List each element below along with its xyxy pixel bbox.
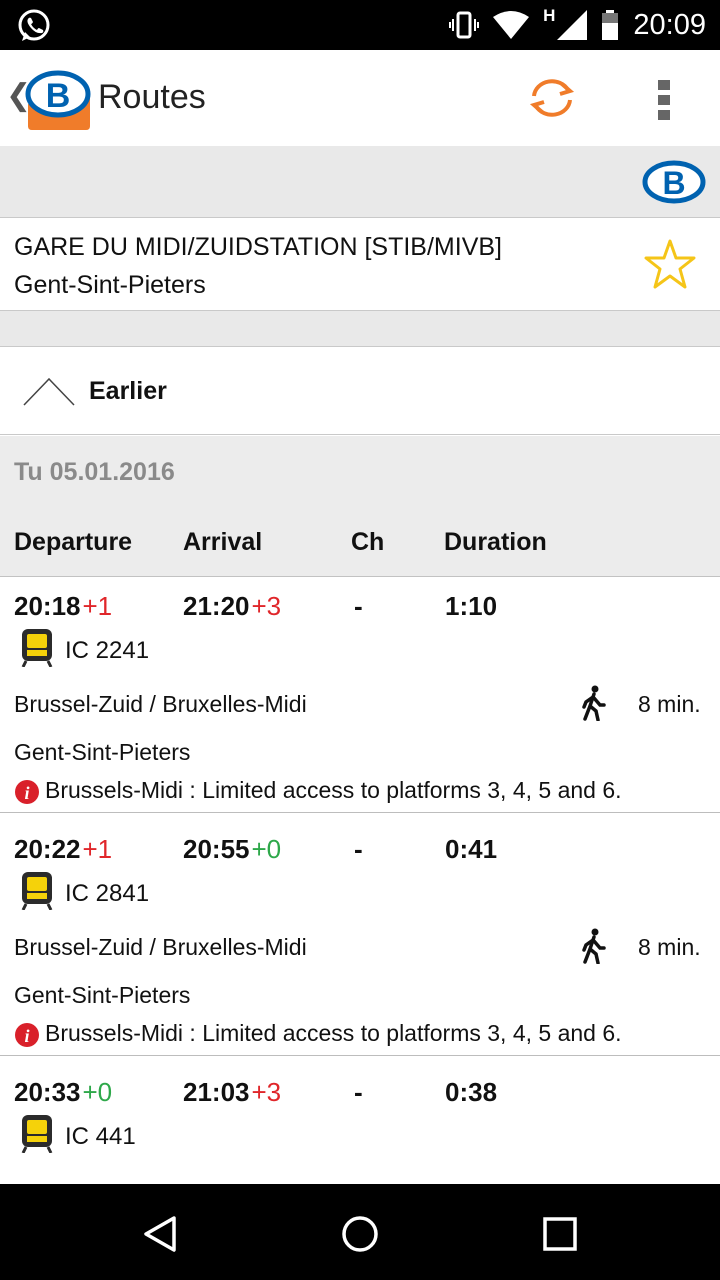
train-icon <box>21 629 53 667</box>
departure-time: 20:18+1 <box>14 591 113 621</box>
arrival-delay: +0 <box>251 834 282 864</box>
chevron-up-icon <box>23 377 75 406</box>
departure-delay: +0 <box>82 1077 113 1107</box>
svg-text:B: B <box>46 77 71 115</box>
nav-back-icon[interactable] <box>140 1214 180 1254</box>
svg-text:i: i <box>24 783 29 803</box>
walking-time: 8 min. <box>638 691 701 717</box>
battery-icon <box>602 10 619 40</box>
connection-row[interactable]: 20:33+0 21:03+3 - 0:38 IC 441 <box>0 1063 720 1184</box>
sncb-logo-icon[interactable]: B <box>24 70 92 132</box>
info-icon: i <box>15 780 39 804</box>
favorite-star-icon[interactable] <box>642 237 698 293</box>
info-icon: i <box>15 1023 39 1047</box>
arrival-time: 21:03+3 <box>183 1077 282 1107</box>
destination: Gent-Sint-Pieters <box>14 982 191 1008</box>
page-title: Routes <box>98 78 206 116</box>
clock: 20:09 <box>633 8 706 41</box>
route-to: Gent-Sint-Pieters <box>14 271 206 299</box>
system-nav-bar <box>0 1184 720 1280</box>
walking-time: 8 min. <box>638 934 701 960</box>
provider-bar: B <box>0 146 720 218</box>
walking-icon <box>582 928 606 964</box>
refresh-icon[interactable] <box>526 76 578 120</box>
departure-delay: +1 <box>82 834 113 864</box>
nav-home-icon[interactable] <box>340 1214 380 1254</box>
train-icon <box>21 1115 53 1153</box>
svg-text:i: i <box>24 1026 29 1046</box>
app-bar: ❮ B Routes <box>0 50 720 146</box>
col-arrival: Arrival <box>183 528 263 556</box>
earlier-button[interactable]: Earlier <box>0 347 720 435</box>
walking-icon <box>582 685 606 721</box>
signal-icon <box>557 10 588 40</box>
date-label: Tu 05.01.2016 <box>14 458 175 486</box>
train-number: IC 2841 <box>65 880 150 907</box>
changes-count: - <box>354 1077 363 1107</box>
vibrate-icon <box>449 11 480 39</box>
changes-count: - <box>354 834 363 864</box>
change-station: Brussel-Zuid / Bruxelles-Midi <box>14 691 307 717</box>
earlier-label: Earlier <box>89 377 167 405</box>
col-departure: Departure <box>14 528 133 556</box>
arrival-delay: +3 <box>251 591 282 621</box>
network-type: H <box>543 6 556 25</box>
sncb-b-logo-icon: B <box>642 160 706 204</box>
status-bar: H 20:09 <box>0 0 720 50</box>
destination: Gent-Sint-Pieters <box>14 739 191 765</box>
arrival-time: 20:55+0 <box>183 834 282 864</box>
connection-row[interactable]: 20:18+1 21:20+3 - 1:10 IC 2241 Brussel-Z… <box>0 577 720 813</box>
train-number: IC 2241 <box>65 637 150 664</box>
duration: 1:10 <box>445 591 498 621</box>
service-notice: Brussels-Midi : Limited access to platfo… <box>45 1020 622 1046</box>
more-options-icon[interactable] <box>652 76 676 124</box>
departure-delay: +1 <box>82 591 113 621</box>
arrival-time: 21:20+3 <box>183 591 282 621</box>
wifi-icon <box>493 11 530 39</box>
nav-recents-icon[interactable] <box>542 1216 578 1252</box>
connection-row[interactable]: 20:22+1 20:55+0 - 0:41 IC 2841 Brussel-Z… <box>0 820 720 1056</box>
changes-count: - <box>354 591 363 621</box>
train-icon <box>21 872 53 910</box>
duration: 0:41 <box>445 834 498 864</box>
route-summary[interactable]: GARE DU MIDI/ZUIDSTATION [STIB/MIVB] Gen… <box>0 219 720 311</box>
change-station: Brussel-Zuid / Bruxelles-Midi <box>14 934 307 960</box>
section-divider <box>0 311 720 347</box>
duration: 0:38 <box>445 1077 498 1107</box>
arrival-delay: +3 <box>251 1077 282 1107</box>
service-notice: Brussels-Midi : Limited access to platfo… <box>45 777 622 803</box>
svg-text:B: B <box>662 165 685 201</box>
col-changes: Ch <box>351 528 385 556</box>
train-number: IC 441 <box>65 1123 136 1150</box>
route-from: GARE DU MIDI/ZUIDSTATION [STIB/MIVB] <box>14 233 502 261</box>
departure-time: 20:33+0 <box>14 1077 113 1107</box>
date-header: Tu 05.01.2016 Departure Arrival Ch Durat… <box>0 436 720 577</box>
departure-time: 20:22+1 <box>14 834 113 864</box>
col-duration: Duration <box>444 528 547 556</box>
whatsapp-icon <box>18 9 50 41</box>
